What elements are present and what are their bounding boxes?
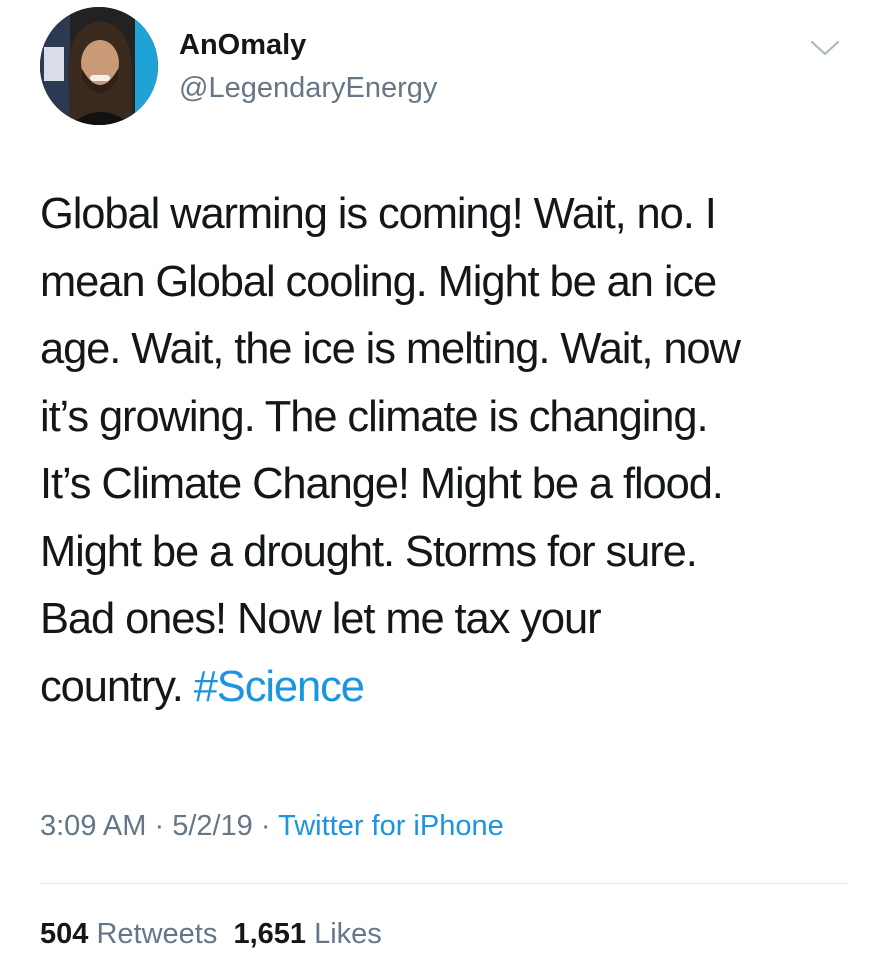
tweet-text-line: mean Global cooling. Might be an ice: [40, 257, 717, 306]
retweets-count: 504: [40, 918, 89, 950]
tweet-stats: 504 Retweets 1,651 Likes: [40, 916, 382, 952]
tweet-text-line: it’s growing. The climate is changing.: [40, 392, 709, 441]
author-avatar[interactable]: [40, 7, 158, 125]
likes-stat[interactable]: 1,651 Likes: [233, 918, 381, 950]
tweet-date: 5/2/19: [172, 810, 253, 842]
profile-photo-image: [40, 7, 158, 125]
likes-label: Likes: [314, 918, 382, 950]
tweet-meta: 3:09 AM · 5/2/19 · Twitter for iPhone: [40, 808, 504, 844]
tweet-time: 3:09 AM: [40, 810, 147, 842]
tweet-text-line: age. Wait, the ice is melting. Wait, now: [40, 325, 741, 373]
divider: [40, 883, 848, 884]
meta-separator: ·: [146, 810, 173, 842]
tweet-card: AnOmaly @LegendaryEnergy Global warming …: [0, 0, 877, 959]
author-display-name[interactable]: AnOmaly: [179, 28, 306, 62]
meta-separator: ·: [252, 810, 279, 842]
tweet-text: Global warming is coming! Wait, no. I me…: [40, 181, 840, 721]
tweet-text-line: Might be a drought. Storms for sure.: [40, 527, 698, 576]
retweets-stat[interactable]: 504 Retweets: [40, 918, 217, 950]
tweet-text-line: It’s Climate Change! Might be a flood.: [40, 460, 724, 508]
likes-count: 1,651: [233, 918, 307, 950]
retweets-label: Retweets: [96, 918, 218, 950]
chevron-down-icon[interactable]: [810, 38, 840, 58]
tweet-text-line: country.: [40, 662, 194, 711]
author-handle[interactable]: @LegendaryEnergy: [179, 71, 437, 105]
tweet-text-line: Bad ones! Now let me tax your: [40, 595, 602, 643]
hashtag-link[interactable]: #Science: [194, 663, 365, 711]
tweet-source-link[interactable]: Twitter for iPhone: [278, 810, 504, 842]
tweet-text-line: Global warming is coming! Wait, no. I: [40, 190, 717, 238]
